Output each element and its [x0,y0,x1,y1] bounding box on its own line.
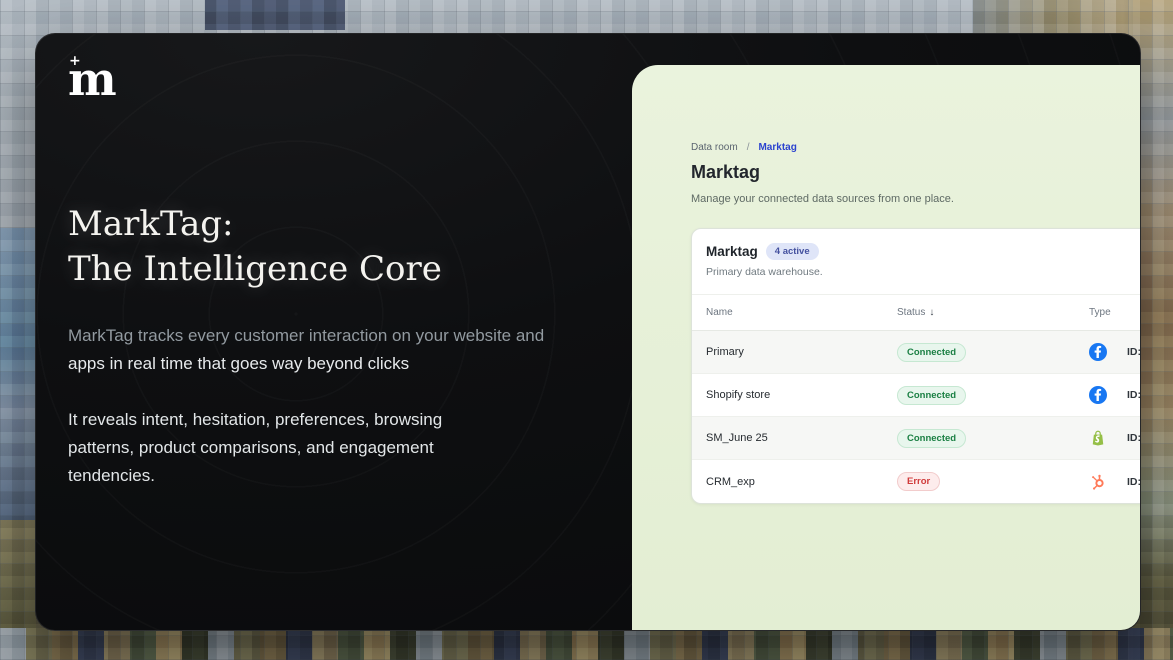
presentation-slide: + m MarkTag: The Intelligence Core MarkT… [35,33,1141,631]
breadcrumb: Data room / Marktag [691,142,797,153]
source-name: Shopify store [706,389,897,401]
breadcrumb-current[interactable]: Marktag [758,142,796,153]
table-row[interactable]: SM_June 25 Connected ID: [692,417,1141,460]
facebook-icon [1089,386,1107,404]
mosaic-bottom-strip [0,628,1173,660]
status-badge: Connected [897,343,966,362]
table-row[interactable]: Shopify store Connected ID: [692,374,1141,417]
table-header: Name Status ↓ Type [692,295,1141,331]
slide-title-line1: MarkTag: [68,202,588,247]
card-header: Marktag 4 active Primary data warehouse. [692,229,1141,295]
source-id: ID: [1127,389,1141,401]
source-id: ID: [1127,476,1141,488]
data-sources-card: Marktag 4 active Primary data warehouse.… [691,228,1141,504]
card-subtitle: Primary data warehouse. [706,266,1141,278]
slide-paragraph-1: MarkTag tracks every customer interactio… [68,322,580,378]
mosaic-left-photo [0,228,36,520]
status-badge: Connected [897,429,966,448]
column-header-name[interactable]: Name [706,307,897,318]
marktag-logo: + m [68,56,116,102]
mosaic-left-bottom [0,520,36,660]
paragraph1-bright-text: apps in real time that goes way beyond c… [68,354,409,373]
column-header-status-label: Status [897,307,925,318]
facebook-icon [1089,343,1107,361]
card-title: Marktag [706,244,758,259]
source-name: SM_June 25 [706,432,897,444]
source-id: ID: [1127,432,1141,444]
source-name: Primary [706,346,897,358]
breadcrumb-root[interactable]: Data room [691,142,738,153]
logo-plus-glyph: + [69,53,81,69]
status-badge: Error [897,472,940,491]
source-id: ID: [1127,346,1141,358]
status-badge: Connected [897,386,966,405]
app-preview-panel: Data room / Marktag Marktag Manage your … [632,65,1141,631]
table-row[interactable]: CRM_exp Error ID: [692,460,1141,503]
slide-paragraph-2: It reveals intent, hesitation, preferenc… [68,406,508,490]
page-subtitle: Manage your connected data sources from … [691,193,954,205]
slide-title: MarkTag: The Intelligence Core [68,202,588,292]
breadcrumb-separator: / [747,142,750,153]
page-title: Marktag [691,162,760,183]
column-header-status[interactable]: Status ↓ [897,307,1089,318]
shopify-icon [1089,429,1107,447]
hubspot-icon [1089,473,1107,491]
sort-desc-icon: ↓ [929,307,934,318]
table-row[interactable]: Primary Connected ID: [692,331,1141,374]
column-header-type[interactable]: Type [1089,307,1127,318]
source-name: CRM_exp [706,476,897,488]
mosaic-dark-tiles [205,0,345,30]
active-count-badge: 4 active [766,243,819,260]
paragraph1-muted-text: MarkTag tracks every customer interactio… [68,326,544,345]
slide-title-line2: The Intelligence Core [68,247,588,292]
